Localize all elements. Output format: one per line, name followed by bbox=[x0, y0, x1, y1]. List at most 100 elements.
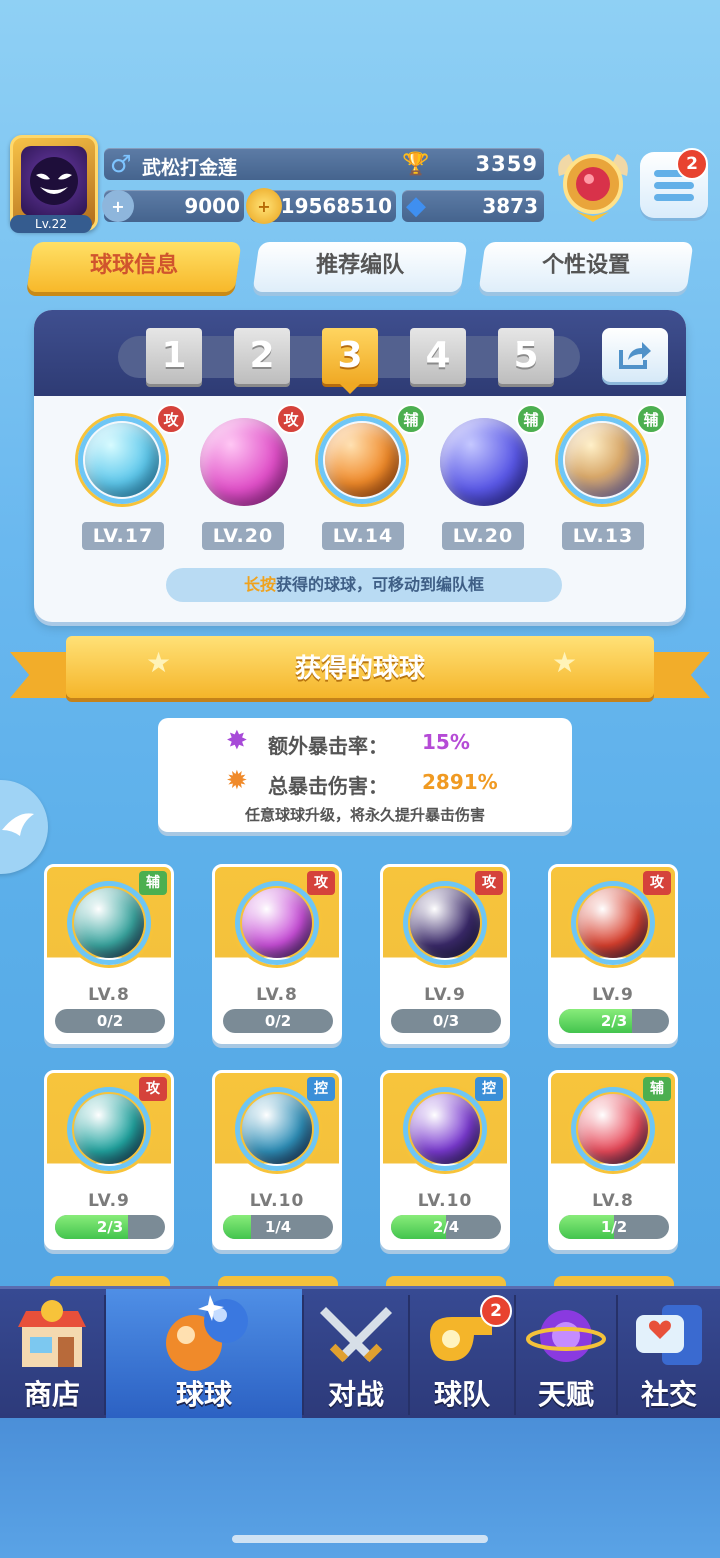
role-tag: 攻 bbox=[643, 871, 671, 895]
crit-damage-icon: ✹ bbox=[226, 766, 248, 796]
team-slot-1[interactable]: 1 bbox=[146, 328, 202, 384]
menu-icon-line bbox=[654, 194, 694, 201]
ball-icon-ring bbox=[67, 881, 151, 965]
home-indicator[interactable] bbox=[232, 1535, 488, 1543]
nav-talent[interactable]: 天赋 bbox=[516, 1289, 616, 1421]
star-icon: ★ bbox=[552, 646, 578, 679]
upgrade-progress-bar: 0/2 bbox=[55, 1009, 165, 1033]
section-ribbon: ★ 获得的球球 ★ bbox=[66, 636, 654, 698]
nav-label: 天赋 bbox=[537, 1378, 594, 1411]
energy-count: 9000 bbox=[184, 194, 240, 218]
nav-social[interactable]: 社交 bbox=[618, 1289, 720, 1421]
progress-text: 1/4 bbox=[264, 1218, 292, 1236]
ball-card[interactable]: 控 LV.10 2/4 bbox=[380, 1070, 510, 1250]
crossed-swords-icon bbox=[320, 1307, 392, 1363]
bird-icon bbox=[2, 813, 34, 836]
role-tag-support: 辅 bbox=[636, 404, 666, 434]
role-tag: 辅 bbox=[139, 871, 167, 895]
team-slot-header: 1 2 3 4 5 bbox=[34, 310, 686, 396]
team-slot-2[interactable]: 2 bbox=[234, 328, 290, 384]
ribbon-tail-left bbox=[10, 652, 74, 698]
tab-label: 个性设置 bbox=[542, 253, 631, 278]
team-ball-2[interactable] bbox=[200, 418, 288, 506]
coin-icon[interactable]: + bbox=[246, 188, 282, 224]
ball-icon bbox=[578, 1094, 648, 1164]
ball-level: LV.9 bbox=[424, 985, 466, 1005]
ball-icon bbox=[410, 888, 480, 958]
progress-text: 2/3 bbox=[600, 1012, 628, 1030]
ball-level: LV.8 bbox=[592, 1191, 634, 1211]
progress-text: 2/4 bbox=[432, 1218, 460, 1236]
team-ball-level: LV.20 bbox=[202, 522, 284, 550]
coin-bar[interactable]: + 19568510 bbox=[246, 188, 396, 224]
nav-balls[interactable]: 球球 bbox=[106, 1289, 302, 1421]
share-button[interactable] bbox=[602, 328, 668, 382]
side-float-button[interactable] bbox=[0, 780, 48, 874]
progress-text: 0/2 bbox=[264, 1012, 292, 1030]
menu-notification-badge: 2 bbox=[676, 148, 708, 180]
tab-ball-info[interactable]: 球球信息 bbox=[26, 242, 242, 292]
gem-bar[interactable]: ◆ 3873 bbox=[402, 190, 544, 222]
team-ball-3[interactable] bbox=[318, 416, 406, 504]
team-slot-4[interactable]: 4 bbox=[410, 328, 466, 384]
share-icon bbox=[619, 342, 651, 369]
role-tag: 控 bbox=[475, 1077, 503, 1101]
upgrade-progress-bar: 2/4 bbox=[391, 1215, 501, 1239]
crit-rate-icon: ✸ bbox=[226, 726, 248, 756]
hint-text: 获得的球球，可移动到编队框 bbox=[276, 575, 485, 594]
team-ball-5[interactable] bbox=[558, 416, 646, 504]
team-ball-level: LV.13 bbox=[562, 522, 644, 550]
ball-card[interactable]: 辅 LV.8 1/2 bbox=[548, 1070, 678, 1250]
extra-crit-label: 额外暴击率： bbox=[268, 734, 388, 758]
progress-text: 1/2 bbox=[600, 1218, 628, 1236]
ball-icon bbox=[74, 1094, 144, 1164]
ball-icon-ring bbox=[235, 1087, 319, 1171]
nav-shop[interactable]: 商店 bbox=[0, 1289, 104, 1421]
role-tag: 攻 bbox=[139, 1077, 167, 1101]
team-ball-1[interactable] bbox=[78, 416, 166, 504]
progress-text: 0/2 bbox=[96, 1012, 124, 1030]
ball-icon bbox=[85, 423, 159, 497]
nav-label: 对战 bbox=[327, 1378, 384, 1411]
progress-text: 0/3 bbox=[432, 1012, 460, 1030]
nav-team-badge: 2 bbox=[480, 1295, 512, 1327]
tab-label: 推荐编队 bbox=[316, 253, 405, 278]
ball-level: LV.8 bbox=[88, 985, 130, 1005]
upgrade-progress-bar: 2/3 bbox=[559, 1009, 669, 1033]
gem-icon[interactable]: ◆ bbox=[398, 188, 434, 224]
ball-level: LV.10 bbox=[249, 1191, 305, 1211]
role-tag-support: 辅 bbox=[516, 404, 546, 434]
energy-bar[interactable]: + 9000 bbox=[102, 190, 244, 222]
tab-personal-settings[interactable]: 个性设置 bbox=[478, 242, 694, 292]
ball-card[interactable]: 攻 LV.9 2/3 bbox=[44, 1070, 174, 1250]
nav-label: 球队 bbox=[433, 1378, 490, 1411]
phone-chat-icon bbox=[636, 1305, 702, 1365]
upgrade-progress-bar: 0/2 bbox=[223, 1009, 333, 1033]
ball-card[interactable]: 攻 LV.8 0/2 bbox=[212, 864, 342, 1044]
nav-label: 商店 bbox=[23, 1378, 80, 1411]
ball-icon-ring bbox=[571, 881, 655, 965]
ball-card[interactable]: 控 LV.10 1/4 bbox=[212, 1070, 342, 1250]
ball-card[interactable]: 辅 LV.8 0/2 bbox=[44, 864, 174, 1044]
rank-badge[interactable] bbox=[553, 146, 633, 226]
hint-highlight: 长按 bbox=[243, 575, 276, 594]
balls-icon bbox=[166, 1295, 248, 1371]
nav-label: 社交 bbox=[640, 1378, 697, 1411]
energy-plus-icon[interactable]: + bbox=[102, 190, 134, 222]
ball-card[interactable]: 攻 LV.9 0/3 bbox=[380, 864, 510, 1044]
total-crit-damage-value: 2891% bbox=[422, 770, 498, 794]
ball-icon bbox=[325, 423, 399, 497]
ball-icon bbox=[242, 888, 312, 958]
tab-recommended-team[interactable]: 推荐编队 bbox=[252, 242, 468, 292]
team-slot-3[interactable]: 3 bbox=[322, 328, 378, 384]
active-slot-pointer bbox=[340, 384, 360, 394]
nav-battle[interactable]: 对战 bbox=[304, 1289, 408, 1421]
team-ball-4[interactable] bbox=[440, 418, 528, 506]
team-slot-5[interactable]: 5 bbox=[498, 328, 554, 384]
rank-emblem-icon bbox=[558, 154, 628, 222]
player-name: 武松打金莲 bbox=[142, 157, 238, 179]
ball-level: LV.9 bbox=[592, 985, 634, 1005]
ball-card[interactable]: 攻 LV.9 2/3 bbox=[548, 864, 678, 1044]
avatar bbox=[21, 146, 87, 216]
ball-level: LV.10 bbox=[417, 1191, 473, 1211]
